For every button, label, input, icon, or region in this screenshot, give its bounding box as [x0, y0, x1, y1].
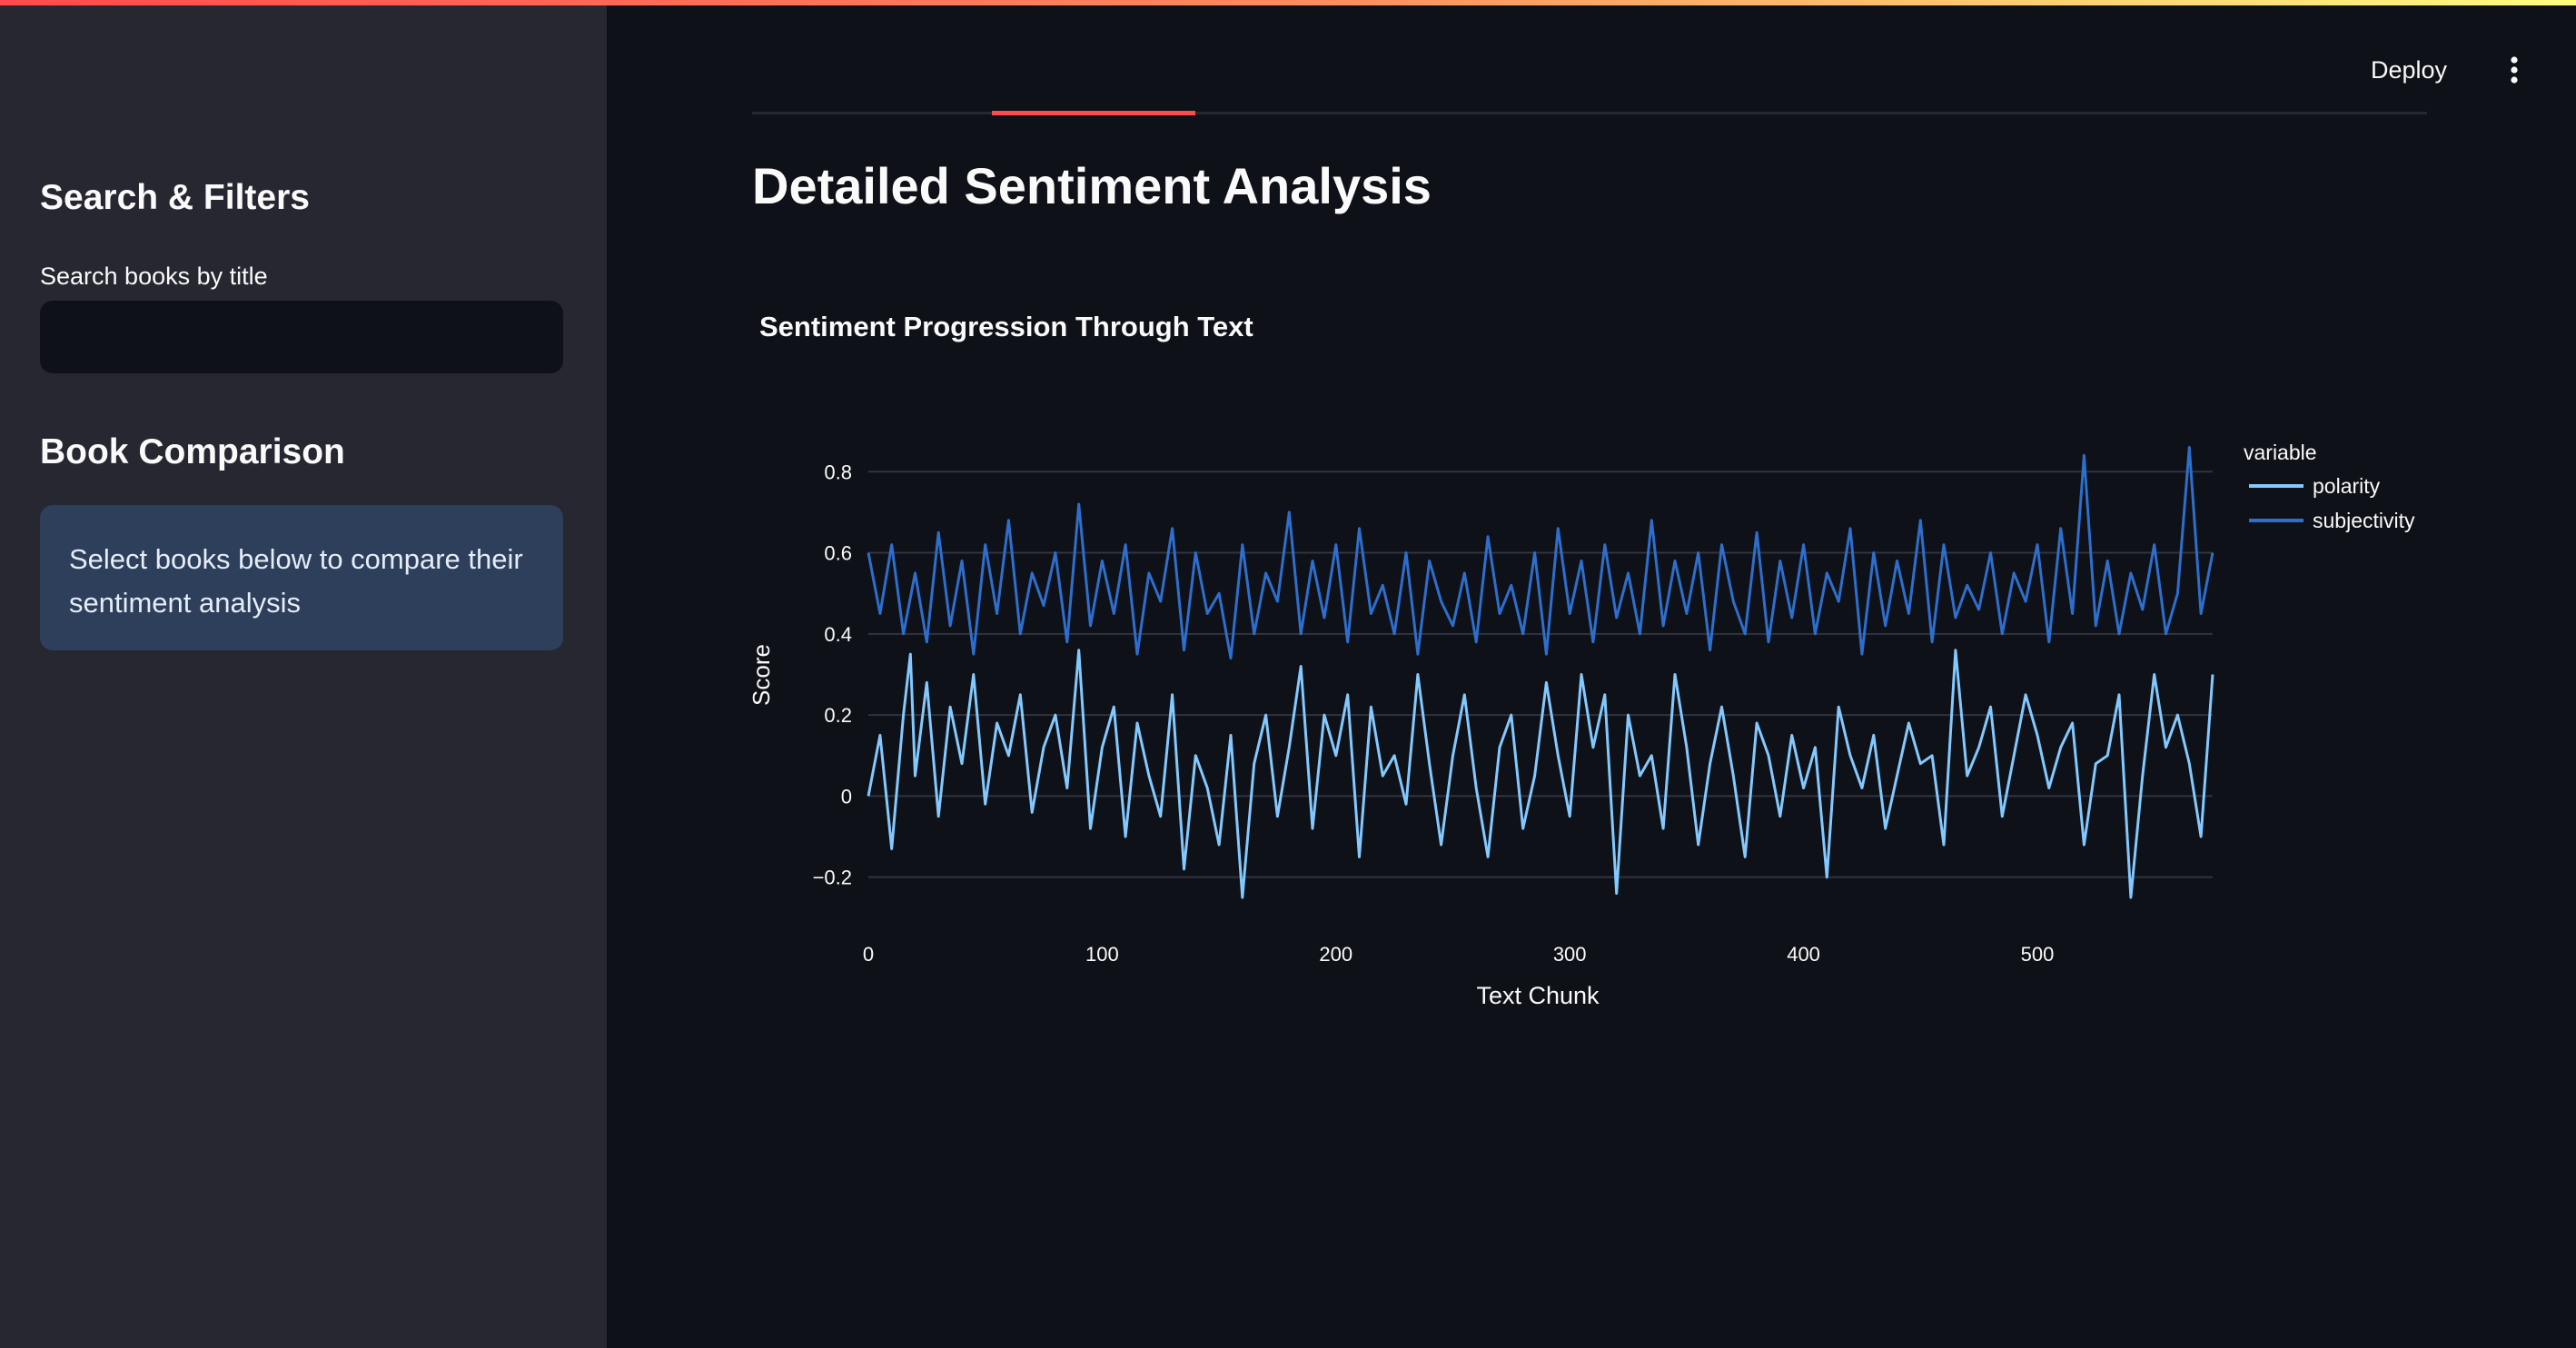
search-filters-heading: Search & Filters [40, 178, 310, 217]
search-input[interactable] [40, 301, 563, 373]
y-tick-label: 0.4 [824, 623, 852, 646]
sentiment-line-chart: −0.2 0 0.2 0.4 0.6 0.8 0 100 200 300 400 500 Score… [752, 441, 2415, 1009]
book-comparison-heading: Book Comparison [40, 432, 345, 471]
y-tick-label: 0.6 [824, 542, 852, 565]
y-axis-ticks: −0.2 0 0.2 0.4 0.6 0.8 [813, 461, 852, 888]
y-tick-label: −0.2 [813, 867, 852, 889]
comparison-info-box: Select books below to compare their sent… [40, 505, 563, 650]
y-tick-label: 0.2 [824, 704, 852, 727]
x-tick-label: 200 [1319, 943, 1352, 966]
legend-label-subjectivity: subjectivity [2313, 509, 2415, 532]
tab-active-indicator[interactable] [992, 111, 1195, 115]
x-tick-label: 300 [1553, 943, 1587, 966]
page-title: Detailed Sentiment Analysis [752, 157, 1432, 214]
series-line-polarity [867, 649, 2214, 899]
y-tick-label: 0.8 [824, 461, 852, 483]
legend-label-polarity: polarity [2313, 474, 2381, 498]
y-tick-label: 0 [841, 785, 852, 808]
chart-legend: variable polarity subjectivity [2244, 441, 2415, 532]
vertical-ellipsis-icon[interactable] [2498, 47, 2531, 93]
y-axis-label: Score [752, 644, 775, 706]
grid-lines [868, 471, 2213, 878]
legend-title: variable [2244, 441, 2317, 464]
x-axis-ticks: 0 100 200 300 400 500 [863, 943, 2054, 966]
x-tick-label: 500 [2021, 943, 2055, 966]
chart-title: Sentiment Progression Through Text [759, 311, 1253, 342]
sidebar: Search & Filters Search books by title B… [0, 5, 607, 1348]
deploy-button[interactable]: Deploy [2362, 47, 2456, 93]
x-axis-label: Text Chunk [1476, 982, 1600, 1009]
x-tick-label: 0 [863, 943, 874, 966]
chart-series [867, 446, 2214, 899]
search-label: Search books by title [40, 263, 268, 290]
x-tick-label: 100 [1085, 943, 1119, 966]
x-tick-label: 400 [1787, 943, 1820, 966]
